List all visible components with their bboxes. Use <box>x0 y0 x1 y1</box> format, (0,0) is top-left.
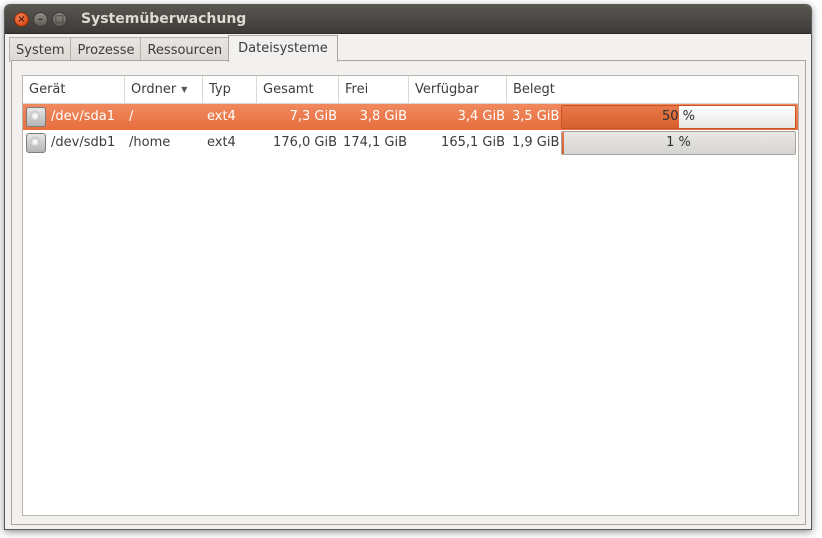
sort-descending-icon: ▼ <box>181 85 188 94</box>
column-header-folder[interactable]: Ordner ▼ <box>125 76 203 104</box>
filesystems-panel: Gerät Ordner ▼ Typ Gesamt Frei Verfügbar … <box>11 60 806 525</box>
tab-filesystems[interactable]: Dateisysteme <box>228 35 338 62</box>
folder-cell: / <box>129 109 134 124</box>
column-header-free[interactable]: Frei <box>339 76 409 104</box>
type-cell: ext4 <box>207 109 236 124</box>
device-cell: /dev/sdb1 <box>51 135 116 150</box>
column-header-available[interactable]: Verfügbar <box>409 76 507 104</box>
minimize-window-icon[interactable]: – <box>33 12 48 27</box>
column-header-total[interactable]: Gesamt <box>257 76 339 104</box>
tab-system[interactable]: System <box>9 37 72 62</box>
usage-percent-label: 50 % <box>661 109 696 124</box>
available-cell: 165,1 GiB <box>441 135 505 150</box>
total-cell: 176,0 GiB <box>273 135 337 150</box>
tab-processes[interactable]: Prozesse <box>70 37 142 62</box>
table-row[interactable]: /dev/sda1 / ext4 7,3 GiB 3,8 GiB 3,4 GiB… <box>23 104 798 130</box>
folder-cell: /home <box>129 135 171 150</box>
free-cell: 3,8 GiB <box>359 109 407 124</box>
total-cell: 7,3 GiB <box>289 109 337 124</box>
used-cell: 1,9 GiB <box>512 135 560 150</box>
usage-percent-label: 1 % <box>666 135 691 150</box>
tab-resources[interactable]: Ressourcen <box>140 37 230 62</box>
window-title: Systemüberwachung <box>81 11 247 27</box>
type-cell: ext4 <box>207 135 236 150</box>
harddisk-icon <box>26 133 46 153</box>
system-monitor-window: × – □ Systemüberwachung System Prozesse … <box>4 4 812 530</box>
usage-bar: 1 % <box>561 131 796 155</box>
available-cell: 3,4 GiB <box>457 109 505 124</box>
column-header-folder-label: Ordner <box>131 82 177 97</box>
device-cell: /dev/sda1 <box>51 109 115 124</box>
table-row[interactable]: /dev/sdb1 /home ext4 176,0 GiB 174,1 GiB… <box>23 130 798 156</box>
column-header-used[interactable]: Belegt <box>507 76 800 104</box>
title-bar[interactable]: × – □ Systemüberwachung <box>5 5 811 34</box>
table-header: Gerät Ordner ▼ Typ Gesamt Frei Verfügbar … <box>23 76 798 104</box>
close-window-icon[interactable]: × <box>14 12 29 27</box>
maximize-window-icon[interactable]: □ <box>52 12 67 27</box>
usage-bar: 50 % <box>561 105 796 129</box>
harddisk-icon <box>26 107 46 127</box>
used-cell: 3,5 GiB <box>512 109 560 124</box>
column-header-device[interactable]: Gerät <box>23 76 125 104</box>
tab-bar: System Prozesse Ressourcen Dateisysteme <box>9 35 338 62</box>
free-cell: 174,1 GiB <box>343 135 407 150</box>
column-header-type[interactable]: Typ <box>203 76 257 104</box>
filesystem-table[interactable]: Gerät Ordner ▼ Typ Gesamt Frei Verfügbar … <box>22 75 799 516</box>
